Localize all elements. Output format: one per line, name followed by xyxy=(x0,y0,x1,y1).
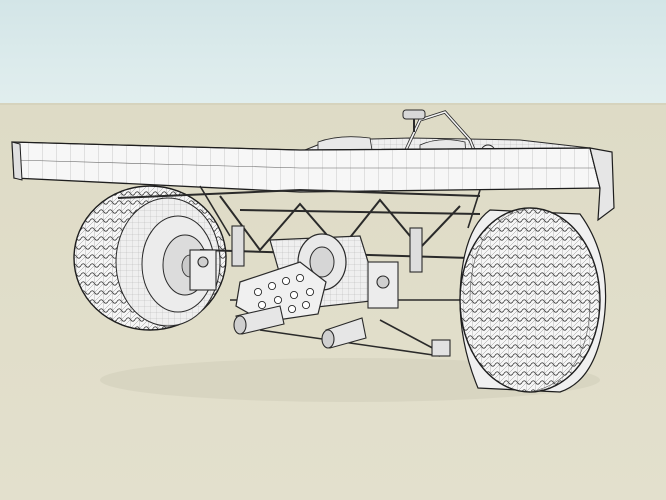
3d-viewport[interactable] xyxy=(0,0,666,500)
right-rear-tire xyxy=(459,207,607,393)
race-car-model xyxy=(11,109,615,402)
wing-endplate-left xyxy=(11,141,23,181)
